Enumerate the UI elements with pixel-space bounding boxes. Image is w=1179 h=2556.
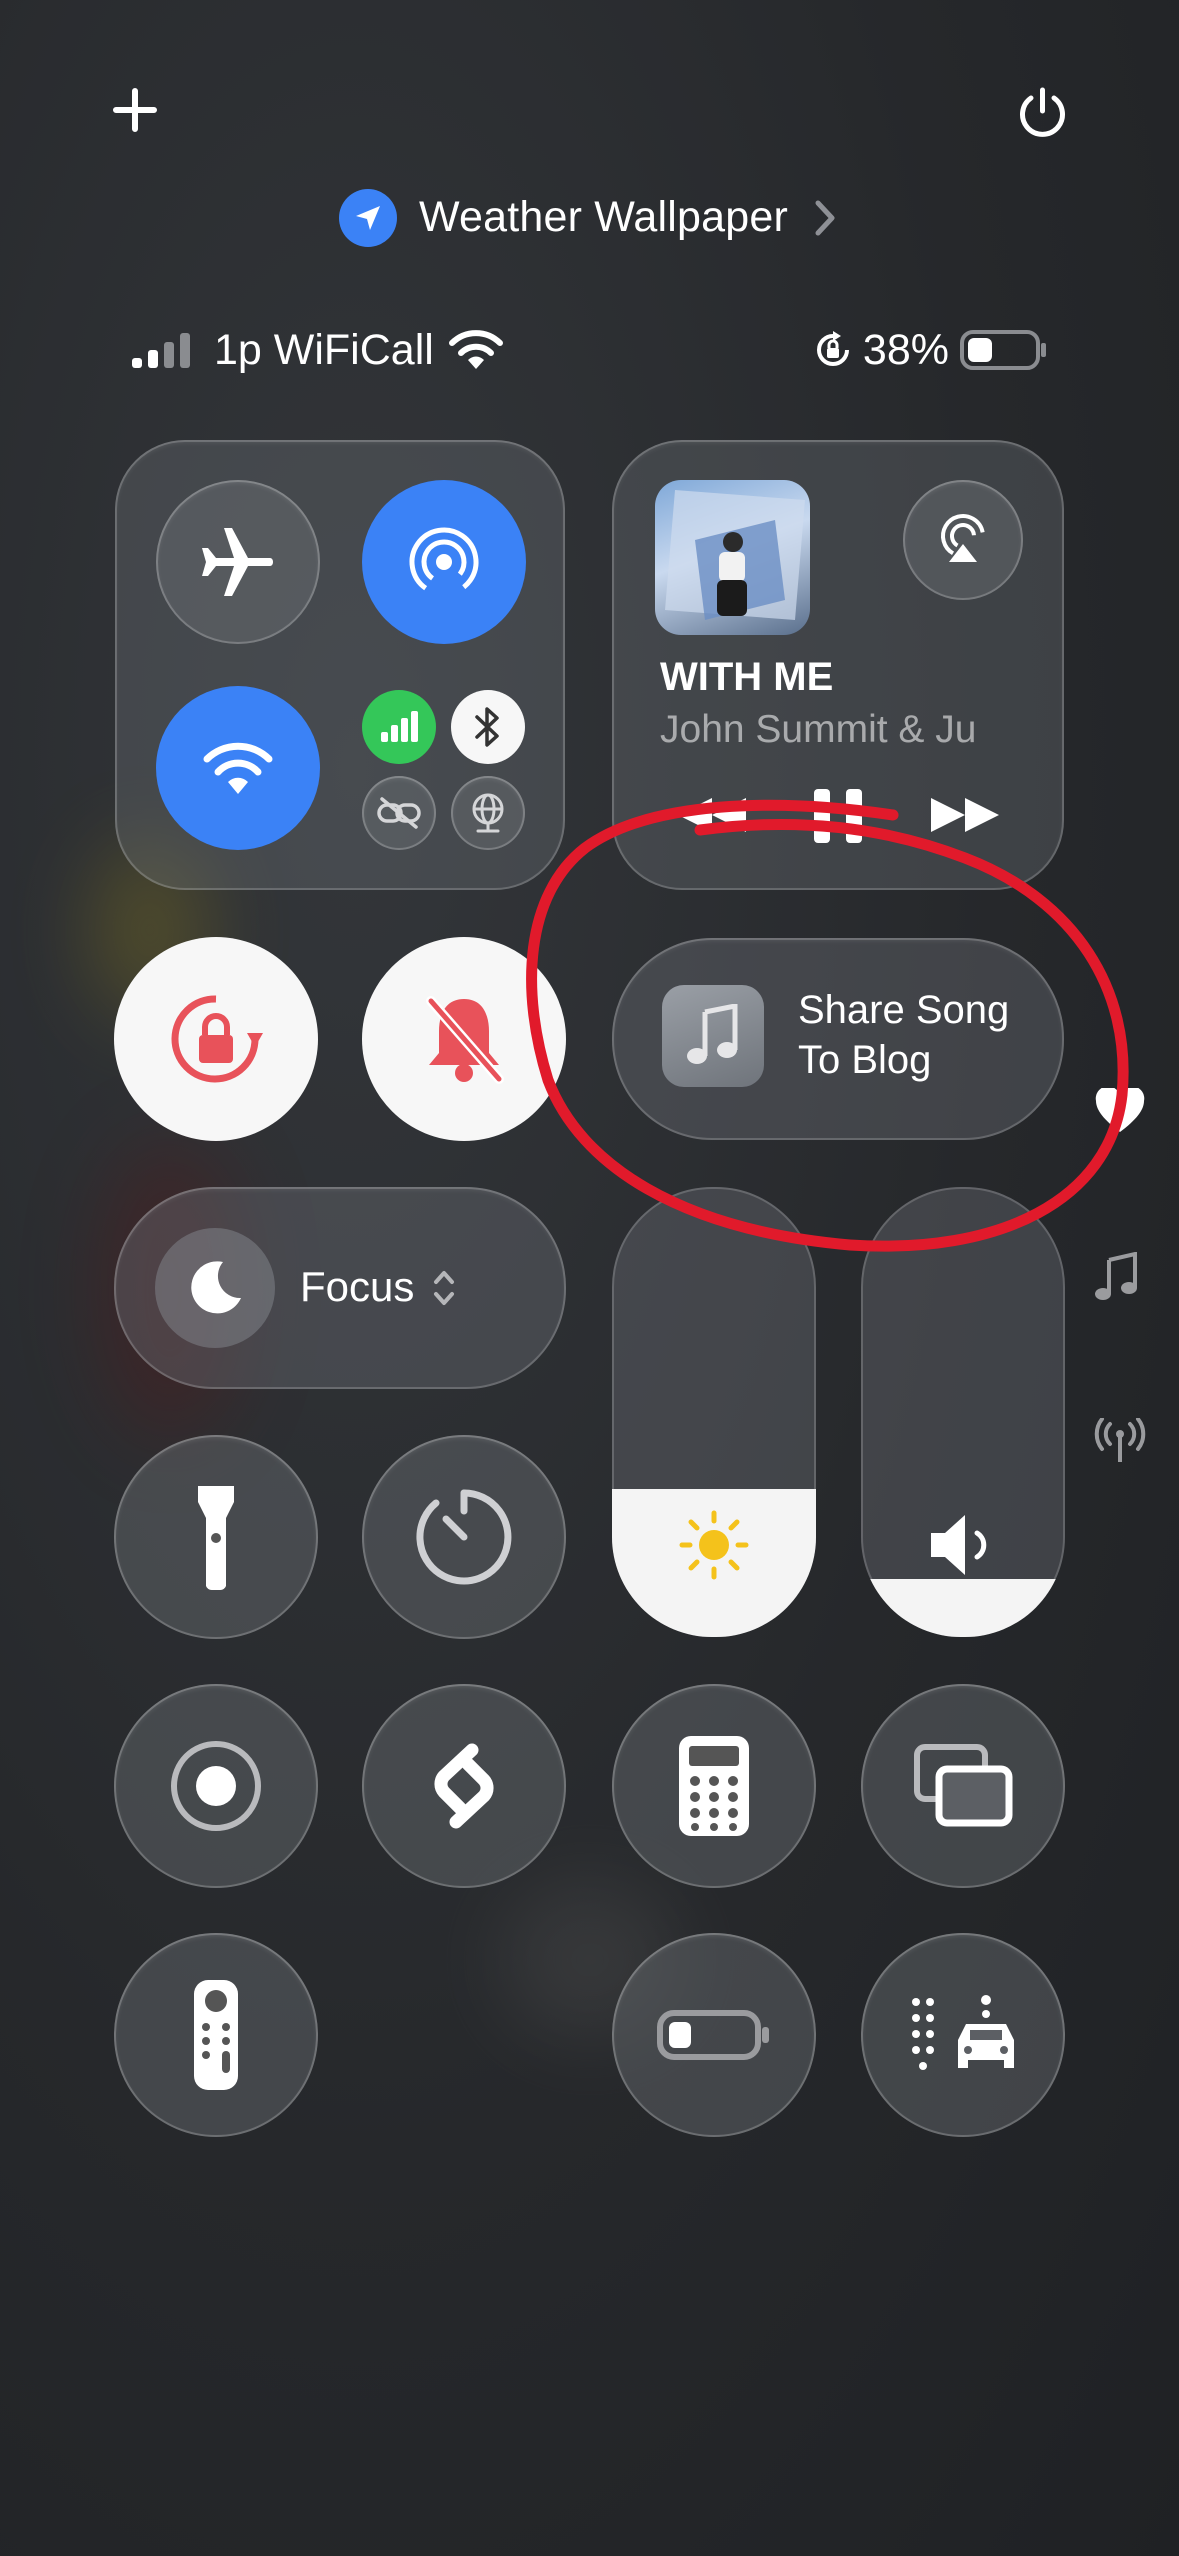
power-button[interactable] xyxy=(1015,85,1070,140)
shortcut-label-line2: To Blog xyxy=(798,1038,932,1082)
location-label: Weather Wallpaper xyxy=(418,193,789,241)
next-track-button[interactable] xyxy=(925,790,1005,840)
chevron-right-icon xyxy=(815,200,835,235)
airplane-icon xyxy=(202,528,273,596)
vpn-toggle[interactable] xyxy=(451,776,525,850)
screen-record-button[interactable] xyxy=(114,1684,318,1888)
silent-mode-toggle[interactable] xyxy=(362,937,566,1141)
timer-button[interactable] xyxy=(362,1435,566,1639)
status-right: 38% xyxy=(813,320,1049,380)
calculator-icon xyxy=(679,1736,749,1836)
calculator-button[interactable] xyxy=(612,1684,816,1888)
signal-bars-icon xyxy=(132,333,190,368)
globe-icon xyxy=(472,793,504,833)
rotation-lock-icon xyxy=(171,995,263,1083)
battery-percent: 38% xyxy=(862,325,949,374)
driving-focus-button[interactable] xyxy=(861,1933,1065,2137)
silent-mode-icon xyxy=(426,996,504,1084)
bluetooth-icon xyxy=(475,707,499,747)
pause-button[interactable] xyxy=(808,785,868,847)
flashlight-icon xyxy=(198,1486,234,1591)
pause-icon xyxy=(814,789,862,843)
personal-hotspot-toggle[interactable] xyxy=(362,776,436,850)
volume-slider[interactable] xyxy=(861,1187,1065,1637)
airplane-mode-toggle[interactable] xyxy=(156,480,320,644)
volume-level xyxy=(861,1578,1065,1637)
remote-icon xyxy=(194,1980,238,2090)
shortcut-label-line1: Share Song xyxy=(798,988,1010,1032)
wifi-status-icon xyxy=(448,330,503,369)
cellular-icon xyxy=(381,711,418,742)
airdrop-toggle[interactable] xyxy=(362,480,526,644)
timer-icon xyxy=(416,1489,512,1585)
chevron-up-down-icon xyxy=(434,1271,454,1305)
focus-label: Focus xyxy=(300,1263,415,1310)
airdrop-icon xyxy=(409,527,479,597)
plus-icon xyxy=(113,88,157,132)
rotation-lock-toggle[interactable] xyxy=(114,937,318,1141)
screen-mirroring-button[interactable] xyxy=(861,1684,1065,1888)
music-note-icon xyxy=(662,985,764,1087)
screen-mirroring-icon xyxy=(914,1744,1013,1827)
link-icon xyxy=(377,797,421,829)
carrier-label: 1p WiFiCall xyxy=(214,325,434,374)
orientation-lock-icon xyxy=(816,331,849,366)
bluetooth-toggle[interactable] xyxy=(451,690,525,764)
power-icon xyxy=(1020,87,1065,137)
low-power-mode-toggle[interactable] xyxy=(612,1933,816,2137)
brightness-slider[interactable] xyxy=(612,1187,816,1637)
cellular-toggle[interactable] xyxy=(362,690,436,764)
shazam-button[interactable] xyxy=(362,1684,566,1888)
moon-icon xyxy=(155,1228,275,1348)
shazam-icon xyxy=(434,1743,494,1829)
low-power-icon xyxy=(657,2010,769,2060)
heart-icon xyxy=(1095,1088,1145,1132)
rewind-icon xyxy=(678,798,746,832)
location-wallpaper-link[interactable]: Weather Wallpaper xyxy=(0,185,1179,250)
antenna-icon xyxy=(1094,1418,1146,1462)
screen-record-icon xyxy=(171,1741,261,1831)
song-title: WITH ME xyxy=(660,655,834,699)
airplay-icon xyxy=(941,514,985,562)
apple-tv-remote-button[interactable] xyxy=(114,1933,318,2137)
status-left: 1p WiFiCall xyxy=(130,320,504,380)
location-arrow-icon xyxy=(338,188,397,247)
add-control-button[interactable] xyxy=(110,85,160,135)
wifi-icon xyxy=(203,742,273,794)
album-artwork xyxy=(655,480,810,635)
song-artist: John Summit & Ju xyxy=(660,708,977,751)
previous-track-button[interactable] xyxy=(672,790,752,840)
airplay-button[interactable] xyxy=(903,480,1023,600)
wifi-toggle[interactable] xyxy=(156,686,320,850)
flashlight-toggle[interactable] xyxy=(114,1435,318,1639)
sun-icon xyxy=(679,1510,749,1580)
speaker-icon xyxy=(931,1515,987,1575)
driving-focus-icon xyxy=(912,1995,1014,2070)
music-note-icon xyxy=(1095,1252,1137,1300)
battery-icon xyxy=(960,330,1046,370)
fast-forward-icon xyxy=(931,798,999,832)
